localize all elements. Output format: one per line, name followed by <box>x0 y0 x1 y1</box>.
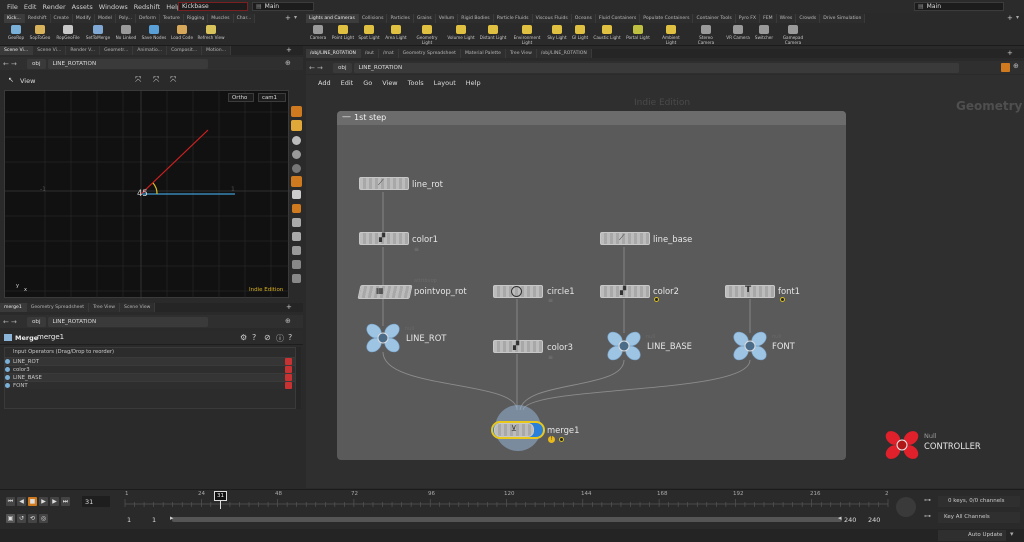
timeline-tick-label: 24 <box>198 491 205 497</box>
timeline-tick-label: 96 <box>428 491 435 497</box>
timeline-tick-label: 216 <box>810 491 821 497</box>
update-mode-dropdown[interactable]: Auto Update <box>938 530 1006 541</box>
frame-step-icon[interactable]: ↺ <box>17 514 26 523</box>
range-icon[interactable]: ◎ <box>39 514 48 523</box>
range-handle-left-icon[interactable]: ▸ <box>170 514 174 522</box>
timeline-tick-label: 168 <box>657 491 668 497</box>
timeline-tick-label: 72 <box>351 491 358 497</box>
playback-end-field[interactable]: 240 <box>844 516 856 524</box>
timeline-tick-label: 1 <box>125 491 129 497</box>
playhead-line <box>220 501 221 509</box>
timeline-playhead[interactable]: 31 <box>214 491 227 501</box>
range-end-field[interactable]: 240 <box>868 516 880 524</box>
timeline-tick-label: 144 <box>581 491 592 497</box>
timeline-tools: ▣ ↺ ⟲ ◎ <box>6 514 50 523</box>
keys-info-text: 0 keys, 0/0 channels <box>948 498 1005 504</box>
channel-icon[interactable]: ⊶ <box>924 512 931 520</box>
status-bar <box>0 529 1024 542</box>
timeline-tick-label: 120 <box>504 491 515 497</box>
audio-scrub-icon[interactable] <box>896 497 916 517</box>
playback-start-field[interactable]: 1 <box>152 516 156 524</box>
timeline-ruler[interactable] <box>0 0 1024 542</box>
realtime-icon[interactable]: ▣ <box>6 514 15 523</box>
key-channels-dropdown[interactable]: Key All Channels <box>938 512 1020 523</box>
range-slider[interactable] <box>172 517 842 522</box>
loop-icon[interactable]: ⟲ <box>28 514 37 523</box>
timeline-tick-label: 192 <box>733 491 744 497</box>
timeline-tick-label: 48 <box>275 491 282 497</box>
timeline-tick-label: 2 <box>885 491 889 497</box>
keys-info: 0 keys, 0/0 channels <box>938 496 1020 507</box>
update-menu-icon[interactable]: ▾ <box>1010 530 1014 538</box>
key-icon[interactable]: ⊶ <box>924 496 931 504</box>
key-channels-label: Key All Channels <box>944 514 990 520</box>
range-start-field[interactable]: 1 <box>127 516 131 524</box>
range-handle-right-icon[interactable]: ◂ <box>838 514 842 522</box>
playhead-frame-label: 31 <box>217 493 224 499</box>
update-mode-label: Auto Update <box>968 532 1003 538</box>
